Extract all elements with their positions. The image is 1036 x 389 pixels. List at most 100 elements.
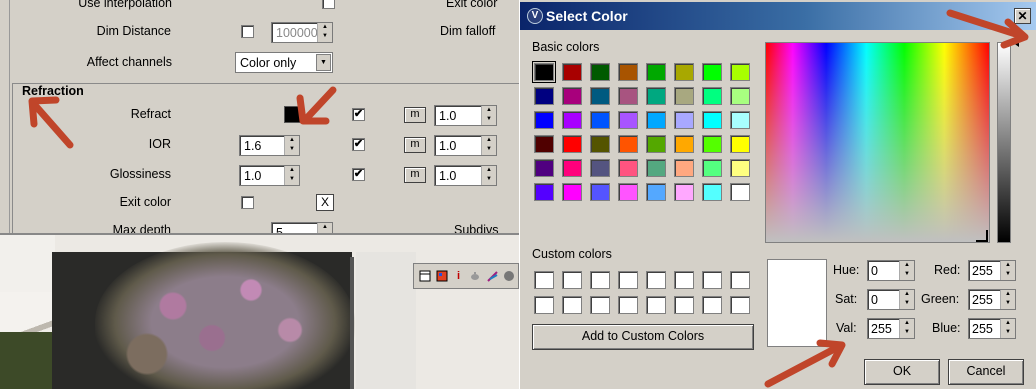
basic-color-swatch[interactable] (646, 135, 666, 153)
basic-color-swatch[interactable] (702, 111, 722, 129)
cancel-button[interactable]: Cancel (948, 359, 1024, 385)
ior-arrows[interactable]: ▲ ▼ (284, 136, 299, 155)
dim-distance-spinner[interactable]: 100000 ▲ ▼ (271, 22, 333, 43)
basic-color-swatch[interactable] (674, 183, 694, 201)
exit-color-checkbox[interactable] (241, 196, 254, 209)
green-arrows[interactable]: ▲ ▼ (1000, 290, 1015, 309)
custom-color-swatch[interactable] (702, 271, 722, 289)
basic-color-swatch[interactable] (730, 87, 750, 105)
basic-color-swatch[interactable] (618, 111, 638, 129)
basic-color-swatch[interactable] (534, 87, 554, 105)
basic-color-swatch[interactable] (562, 111, 582, 129)
basic-color-swatch[interactable] (534, 111, 554, 129)
layout-icon[interactable] (418, 270, 431, 283)
basic-color-swatch[interactable] (590, 135, 610, 153)
sphere-icon[interactable] (503, 270, 516, 283)
hue-arrows[interactable]: ▲ ▼ (899, 261, 914, 280)
basic-color-swatch[interactable] (562, 159, 582, 177)
dim-distance-checkbox[interactable] (241, 25, 254, 38)
val-spinner[interactable]: 255 ▲ ▼ (867, 318, 915, 339)
ior-map-button[interactable]: m (404, 137, 426, 153)
custom-color-swatch[interactable] (730, 271, 750, 289)
blue-arrows[interactable]: ▲ ▼ (1000, 319, 1015, 338)
basic-color-swatch[interactable] (730, 183, 750, 201)
basic-color-swatch[interactable] (702, 135, 722, 153)
custom-color-swatch[interactable] (562, 296, 582, 314)
basic-color-swatch[interactable] (590, 63, 610, 81)
refract-amount-arrows[interactable]: ▲ ▼ (481, 106, 496, 125)
custom-color-swatch[interactable] (534, 271, 554, 289)
close-button[interactable]: ✕ (1014, 8, 1031, 24)
custom-color-swatch[interactable] (730, 296, 750, 314)
basic-color-swatch[interactable] (618, 183, 638, 201)
basic-color-swatch[interactable] (674, 63, 694, 81)
refract-map-button[interactable]: m (404, 107, 426, 123)
basic-color-swatch[interactable] (532, 61, 556, 83)
custom-color-swatch[interactable] (618, 271, 638, 289)
basic-color-swatch[interactable] (730, 135, 750, 153)
ior-amount-spinner[interactable]: 1.0 ▲ ▼ (434, 135, 497, 156)
basic-color-swatch[interactable] (730, 159, 750, 177)
basic-color-swatch[interactable] (702, 159, 722, 177)
chevron-down-icon[interactable]: ▼ (316, 54, 331, 71)
refract-amount-spinner[interactable]: 1.0 ▲ ▼ (434, 105, 497, 126)
hue-spinner[interactable]: 0 ▲ ▼ (867, 260, 915, 281)
custom-color-swatch[interactable] (590, 296, 610, 314)
custom-color-swatch[interactable] (618, 296, 638, 314)
val-arrows[interactable]: ▲ ▼ (899, 319, 914, 338)
glossiness-amount-spinner[interactable]: 1.0 ▲ ▼ (434, 165, 497, 186)
basic-color-swatch[interactable] (562, 87, 582, 105)
glossiness-amount-arrows[interactable]: ▲ ▼ (481, 166, 496, 185)
basic-color-swatch[interactable] (618, 135, 638, 153)
custom-color-swatch[interactable] (534, 296, 554, 314)
color-spectrum[interactable] (765, 42, 990, 243)
custom-color-swatch[interactable] (562, 271, 582, 289)
glossiness-spinner[interactable]: 1.0 ▲ ▼ (239, 165, 300, 186)
max-depth-spinner[interactable]: 5 ▲▼ (271, 222, 333, 233)
basic-color-swatch[interactable] (534, 135, 554, 153)
luminance-arrow-icon[interactable] (1012, 37, 1019, 47)
affect-channels-dropdown[interactable]: Color only ▼ (235, 52, 333, 73)
teapot-icon[interactable] (469, 270, 482, 283)
custom-color-swatch[interactable] (646, 271, 666, 289)
basic-color-swatch[interactable] (674, 111, 694, 129)
basic-color-swatch[interactable] (618, 159, 638, 177)
max-depth-arrows[interactable]: ▲▼ (317, 223, 332, 233)
basic-color-swatch[interactable] (730, 111, 750, 129)
basic-color-swatch[interactable] (590, 87, 610, 105)
basic-color-swatch[interactable] (702, 63, 722, 81)
ior-map-checkbox[interactable]: ✔ (352, 138, 365, 151)
basic-color-swatch[interactable] (702, 87, 722, 105)
glossiness-map-checkbox[interactable]: ✔ (352, 168, 365, 181)
custom-color-swatch[interactable] (674, 296, 694, 314)
luminance-slider[interactable] (997, 42, 1011, 243)
basic-color-swatch[interactable] (590, 183, 610, 201)
ior-amount-arrows[interactable]: ▲ ▼ (481, 136, 496, 155)
material-icon[interactable] (435, 270, 448, 283)
dialog-titlebar[interactable]: V Select Color ✕ (520, 2, 1036, 30)
basic-color-swatch[interactable] (646, 159, 666, 177)
custom-color-swatch[interactable] (674, 271, 694, 289)
custom-color-swatch[interactable] (590, 271, 610, 289)
basic-color-swatch[interactable] (618, 87, 638, 105)
exit-color-x-button[interactable]: X (316, 194, 334, 211)
glossiness-arrows[interactable]: ▲ ▼ (284, 166, 299, 185)
basic-color-swatch[interactable] (730, 63, 750, 81)
basic-color-swatch[interactable] (590, 111, 610, 129)
basic-color-swatch[interactable] (534, 183, 554, 201)
ok-button[interactable]: OK (864, 359, 940, 385)
basic-color-swatch[interactable] (646, 63, 666, 81)
dim-distance-arrows[interactable]: ▲ ▼ (317, 23, 332, 42)
basic-color-swatch[interactable] (562, 135, 582, 153)
add-to-custom-colors-button[interactable]: Add to Custom Colors (532, 324, 754, 350)
ior-spinner[interactable]: 1.6 ▲ ▼ (239, 135, 300, 156)
sat-spinner[interactable]: 0 ▲ ▼ (867, 289, 915, 310)
basic-color-swatch[interactable] (534, 159, 554, 177)
glossiness-map-button[interactable]: m (404, 167, 426, 183)
basic-color-swatch[interactable] (646, 111, 666, 129)
basic-color-swatch[interactable] (618, 63, 638, 81)
green-spinner[interactable]: 255 ▲ ▼ (968, 289, 1016, 310)
sat-arrows[interactable]: ▲ ▼ (899, 290, 914, 309)
use-interpolation-checkbox[interactable] (322, 0, 335, 9)
brush-icon[interactable] (486, 270, 499, 283)
